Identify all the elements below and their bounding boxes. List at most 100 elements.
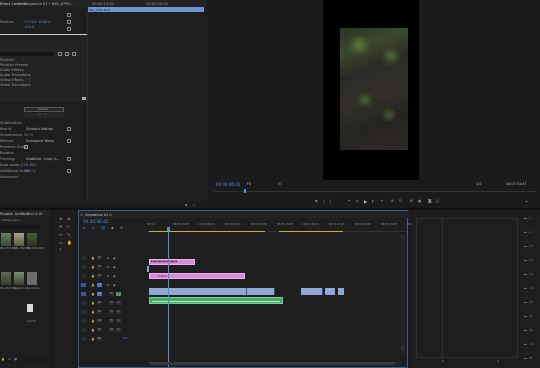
track-target[interactable]: A5	[97, 328, 102, 332]
out-point-icon[interactable]: }	[329, 199, 331, 203]
razor-tool-icon[interactable]: ✂	[67, 224, 70, 229]
tab-menu-icon[interactable]: ≡	[17, 2, 20, 6]
setting-dropdown[interactable]: Stabilize, Crop, A...	[26, 157, 60, 161]
project-thumb[interactable]	[27, 233, 37, 246]
selection-tool-icon[interactable]: ➤	[59, 216, 62, 221]
sync-lock-icon[interactable]: ⇄	[107, 283, 110, 287]
mute-button[interactable]: M	[109, 328, 114, 332]
source-patch[interactable]	[81, 337, 86, 341]
eye-icon[interactable]: ◉	[113, 274, 116, 278]
monitor-playhead[interactable]	[244, 189, 246, 193]
audio-file-icon[interactable]	[27, 304, 33, 312]
source-patch[interactable]	[81, 328, 86, 332]
snap-icon[interactable]: ⊂	[92, 226, 95, 230]
scroll-thumb[interactable]	[149, 362, 395, 365]
slip-tool-icon[interactable]: ↔	[59, 232, 62, 237]
solo-button[interactable]: S	[116, 328, 121, 332]
timeline-timecode[interactable]: 00:00:46:42	[83, 219, 109, 224]
lock-track-icon[interactable]: 🔒	[91, 301, 95, 305]
reset-icon[interactable]	[67, 157, 71, 161]
mute-button[interactable]: M	[109, 301, 114, 305]
monitor-scrub-bar[interactable]	[214, 191, 536, 192]
filter-icon[interactable]: ▼	[185, 203, 187, 207]
add-marker-icon[interactable]: ◆	[111, 226, 114, 230]
camera-icon[interactable]: ◙	[428, 199, 432, 203]
icon-view-icon[interactable]: ▦	[14, 357, 17, 361]
media-browser-tab[interactable]: Media Br	[27, 212, 43, 216]
track-header[interactable]: 🔒 A2 M S	[79, 299, 147, 307]
yuv-icon[interactable]	[72, 52, 76, 56]
eye-icon[interactable]: ◉	[113, 265, 116, 269]
scroll-thumb[interactable]	[82, 97, 86, 100]
param-value-a[interactable]: 100.0	[24, 25, 34, 29]
eye-icon[interactable]: ◉	[113, 283, 116, 287]
lift-icon[interactable]: ⊠	[410, 199, 413, 203]
project-thumb[interactable]	[14, 272, 24, 285]
new-bin-icon[interactable]	[58, 52, 62, 56]
timeline-settings-icon[interactable]: ⚙	[120, 226, 123, 230]
project-tab[interactable]: Project: Untitled	[0, 212, 29, 216]
lock-track-icon[interactable]: 🔒	[91, 319, 95, 323]
rectangle-tool-icon[interactable]: ▭	[59, 240, 63, 245]
reset-icon[interactable]	[67, 139, 71, 143]
reset-icon[interactable]	[67, 27, 71, 31]
track-target[interactable]: V1	[97, 283, 102, 287]
source-patch[interactable]	[81, 274, 86, 278]
lock-track-icon[interactable]: 🔒	[91, 283, 95, 287]
tab-menu-icon[interactable]: ≡	[109, 213, 112, 217]
video-clip-v1[interactable]	[149, 288, 247, 295]
clip-bar[interactable]: IMG_0799.MOV	[88, 7, 204, 12]
track-target[interactable]: A1	[97, 292, 102, 296]
solo-right-button[interactable]: S	[497, 360, 499, 363]
solo-button[interactable]: S	[116, 301, 121, 305]
extract-icon[interactable]: ▣	[418, 199, 421, 203]
effects-list-item[interactable]: Position	[0, 58, 14, 62]
lock-track-icon[interactable]: 🔒	[91, 310, 95, 314]
reset-icon[interactable]	[67, 20, 71, 24]
solo-button[interactable]: S	[116, 292, 121, 296]
wrench-icon[interactable]: ⚙	[278, 182, 281, 186]
source-patch[interactable]	[81, 283, 86, 287]
go-to-out-icon[interactable]: ⇥	[380, 199, 383, 203]
effects-list-item[interactable]: Position Presets	[0, 63, 28, 67]
quality-dropdown[interactable]: 1/2	[476, 182, 481, 186]
video-clip-v1[interactable]	[301, 288, 323, 295]
source-patch[interactable]	[81, 265, 86, 269]
track-target[interactable]: A3	[97, 310, 102, 314]
in-point-icon[interactable]: {	[323, 199, 325, 203]
close-icon[interactable]: ✕	[80, 213, 83, 217]
lock-track-icon[interactable]: 🔒	[91, 274, 95, 278]
playhead[interactable]	[168, 229, 169, 367]
lock-track-icon[interactable]: 🔒	[91, 265, 95, 269]
source-patch[interactable]	[81, 310, 86, 314]
project-search[interactable]	[0, 225, 40, 229]
project-thumb[interactable]	[27, 272, 37, 285]
effects-list-item[interactable]: Video Transitions	[0, 83, 30, 87]
source-patch[interactable]	[81, 319, 86, 323]
track-header[interactable]: 🔒 A4 M S	[79, 317, 147, 325]
video-clip[interactable]: ▮▮▮▮▮▮▮▮▮▮▮▮▮▮▮▮▮▮▮▮	[149, 259, 195, 265]
project-thumb[interactable]	[14, 233, 24, 246]
lock-track-icon[interactable]: 🔒	[91, 292, 95, 296]
track-header[interactable]: 🔒 V1 ◉ ⇄	[79, 281, 147, 289]
track-target[interactable]: Mix	[97, 337, 102, 341]
mix-value[interactable]: 0.0	[123, 337, 127, 340]
play-icon[interactable]: ▶	[364, 199, 367, 204]
step-back-icon[interactable]: ◂	[356, 199, 358, 203]
pen-tool-icon[interactable]: ✎	[67, 232, 70, 237]
video-clip[interactable]	[147, 266, 149, 272]
mute-button[interactable]: M	[109, 310, 114, 314]
track-header[interactable]: 🔒 A3 M S	[79, 308, 147, 316]
track-target[interactable]: V4	[97, 256, 102, 260]
reset-icon[interactable]	[67, 127, 71, 131]
track-target[interactable]: A2	[97, 301, 102, 305]
project-thumb[interactable]	[1, 233, 11, 246]
track-target[interactable]: V3	[97, 265, 102, 269]
source-patch[interactable]	[81, 292, 86, 296]
param-value-a[interactable]: 1774.8	[24, 20, 37, 24]
sync-lock-icon[interactable]: ⇄	[107, 274, 110, 278]
scroll-down-icon[interactable]: ○	[401, 347, 403, 350]
scroll-up-icon[interactable]: ○	[401, 235, 403, 238]
video-frame[interactable]	[323, 0, 419, 180]
analyze-button[interactable]: Analyze	[24, 107, 64, 112]
